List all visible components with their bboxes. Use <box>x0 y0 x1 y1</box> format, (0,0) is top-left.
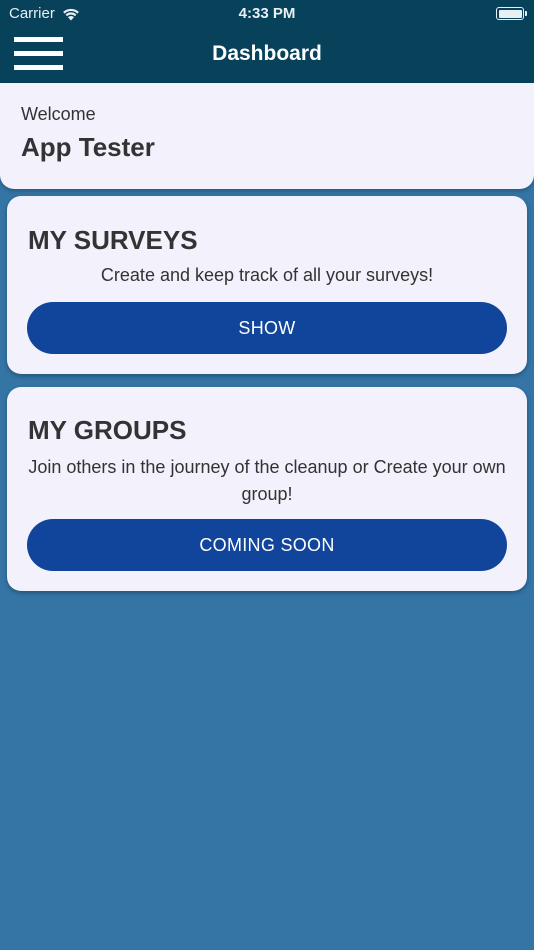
clock: 4:33 PM <box>238 5 296 22</box>
surveys-card: MY SURVEYS Create and keep track of all … <box>7 196 527 374</box>
groups-description: Join others in the journey of the cleanu… <box>28 457 506 504</box>
coming-soon-button[interactable]: COMING SOON <box>27 519 507 571</box>
surveys-title: MY SURVEYS <box>28 225 198 255</box>
groups-title: MY GROUPS <box>28 415 187 445</box>
top-bar: Carrier 4:33 PM Dashboard <box>0 0 534 83</box>
surveys-description: Create and keep track of all your survey… <box>100 265 434 285</box>
user-name: App Tester <box>21 132 155 162</box>
welcome-label: Welcome <box>21 104 96 124</box>
page-title: Dashboard <box>212 42 322 65</box>
groups-card: MY GROUPS Join others in the journey of … <box>7 387 527 591</box>
battery-icon <box>496 7 527 20</box>
show-surveys-button[interactable]: SHOW <box>27 302 507 354</box>
status-bar: Carrier 4:33 PM <box>0 0 534 28</box>
welcome-card: Welcome App Tester <box>0 83 534 189</box>
